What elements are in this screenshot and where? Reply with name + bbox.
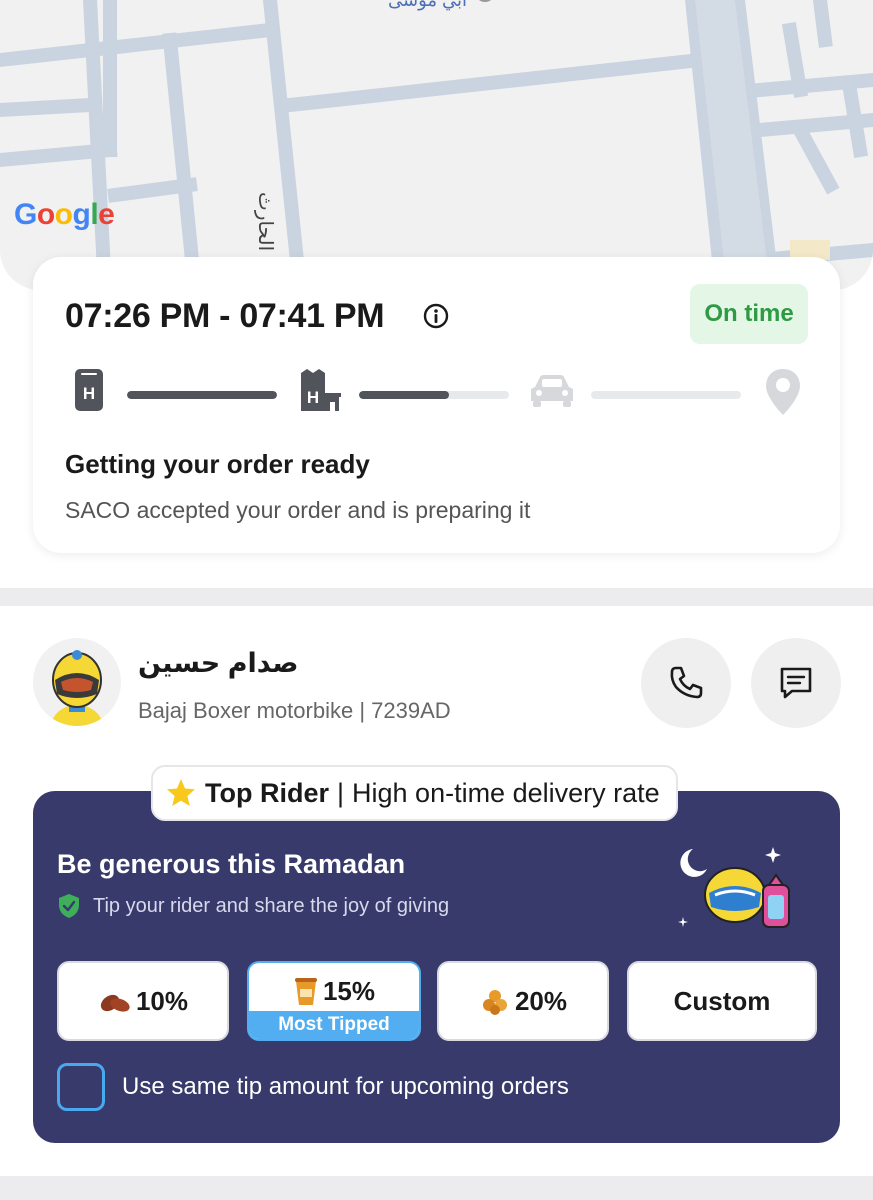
status-badge: On time bbox=[690, 284, 808, 344]
tip-option-20[interactable]: 20% bbox=[437, 961, 609, 1041]
drink-cup-icon bbox=[293, 975, 319, 1007]
car-icon bbox=[531, 375, 573, 407]
rider-helmet-icon bbox=[51, 650, 103, 726]
order-status-card: 07:26 PM - 07:41 PM On time H H Getting … bbox=[33, 257, 840, 553]
call-rider-button[interactable] bbox=[641, 638, 731, 728]
sweets-icon bbox=[479, 986, 511, 1016]
order-placed-icon: H bbox=[75, 369, 103, 411]
svg-text:H: H bbox=[307, 388, 319, 407]
delivery-time-range: 07:26 PM - 07:41 PM bbox=[65, 297, 385, 335]
dates-icon bbox=[98, 986, 132, 1016]
order-progress-tracker: H H bbox=[69, 367, 809, 423]
tip-option-custom[interactable]: Custom bbox=[627, 961, 817, 1041]
tip-option-label: 10% bbox=[135, 985, 189, 1016]
top-rider-badge: Top Rider | High on-time delivery rate bbox=[151, 765, 678, 821]
tip-subtitle: Tip your rider and share the joy of givi… bbox=[93, 895, 450, 917]
star-icon bbox=[167, 779, 195, 806]
progress-segment-2 bbox=[359, 391, 509, 399]
progress-segment-3 bbox=[591, 391, 741, 399]
progress-segment-1 bbox=[127, 391, 277, 399]
rider-name: صدام حسين bbox=[138, 648, 299, 678]
most-tipped-tag: Most Tipped bbox=[249, 1011, 419, 1039]
rider-vehicle-info: Bajaj Boxer motorbike | 7239AD bbox=[138, 698, 451, 723]
tip-option-10[interactable]: 10% bbox=[57, 961, 229, 1041]
svg-text:H: H bbox=[83, 384, 95, 403]
order-status-title: Getting your order ready bbox=[65, 449, 370, 479]
section-divider bbox=[0, 588, 873, 606]
google-logo: Google bbox=[14, 198, 115, 231]
phone-icon bbox=[670, 666, 703, 699]
tip-option-label: Custom bbox=[673, 985, 771, 1016]
top-rider-label: Top Rider bbox=[205, 777, 329, 808]
tip-card: Be generous this Ramadan Tip your rider … bbox=[33, 791, 840, 1143]
message-rider-button[interactable] bbox=[751, 638, 841, 728]
location-pin-icon bbox=[766, 369, 800, 415]
top-rider-description: High on-time delivery rate bbox=[352, 777, 660, 808]
chat-icon bbox=[780, 667, 812, 699]
same-tip-checkbox[interactable] bbox=[57, 1063, 105, 1111]
street-label: الحارث bbox=[254, 192, 276, 252]
rider-avatar bbox=[33, 638, 121, 726]
store-icon: H bbox=[301, 369, 341, 411]
same-tip-checkbox-label: Use same tip amount for upcoming orders bbox=[122, 1073, 569, 1100]
map-roads bbox=[0, 0, 873, 290]
tip-option-15[interactable]: 15% Most Tipped bbox=[247, 961, 421, 1041]
street-label: أبي موسى bbox=[388, 0, 468, 10]
tip-option-label: 20% bbox=[514, 985, 568, 1016]
section-divider bbox=[0, 1176, 873, 1200]
order-status-description: SACO accepted your order and is preparin… bbox=[65, 497, 531, 523]
tip-option-label: 15% bbox=[322, 975, 376, 1006]
ramadan-illustration-icon bbox=[678, 847, 790, 928]
info-icon[interactable] bbox=[423, 303, 449, 329]
tip-title: Be generous this Ramadan bbox=[57, 849, 406, 879]
shield-icon bbox=[59, 894, 79, 918]
map-view[interactable]: أبي موسى الحارث Google bbox=[0, 0, 873, 290]
badge-separator: | bbox=[337, 777, 345, 808]
